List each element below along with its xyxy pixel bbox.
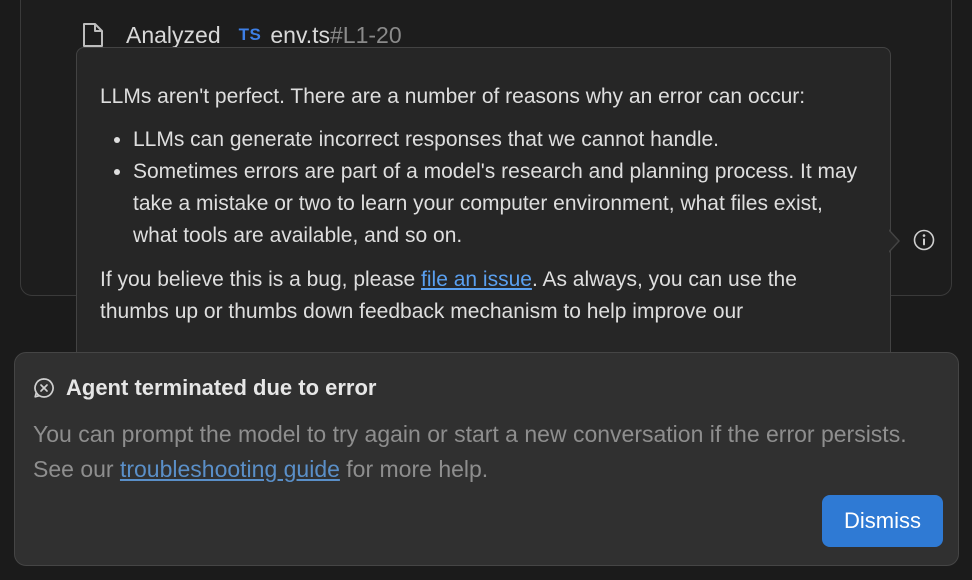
- info-icon[interactable]: [913, 229, 935, 251]
- tooltip-reasons-list: LLMs can generate incorrect responses th…: [100, 124, 868, 252]
- error-message: You can prompt the model to try again or…: [33, 417, 933, 487]
- line-range: #L1-20: [330, 21, 402, 48]
- error-panel: Agent terminated due to error You can pr…: [14, 352, 959, 566]
- bug-note-prefix: If you believe this is a bug, please: [100, 268, 422, 291]
- tooltip-intro: LLMs aren't perfect. There are a number …: [100, 85, 806, 108]
- tooltip-reason-item: LLMs can generate incorrect responses th…: [133, 124, 868, 156]
- error-message-suffix: for more help.: [339, 456, 489, 482]
- file-name-link[interactable]: env.ts: [270, 22, 330, 49]
- tooltip-reason-item: Sometimes errors are part of a model's r…: [133, 156, 868, 252]
- error-explanation-tooltip: LLMs aren't perfect. There are a number …: [76, 47, 891, 377]
- tooltip-bug-note: If you believe this is a bug, please fil…: [100, 264, 868, 328]
- file-issue-link[interactable]: file an issue: [421, 268, 532, 291]
- error-title: Agent terminated due to error: [66, 375, 377, 400]
- error-header: Agent terminated due to error: [33, 375, 376, 401]
- file-icon: [82, 22, 104, 48]
- dismiss-button[interactable]: Dismiss: [822, 495, 943, 547]
- error-circle-icon: [33, 377, 55, 399]
- tooltip-arrow: [888, 229, 900, 253]
- typescript-badge: TS: [238, 25, 262, 44]
- step-status: Analyzed: [126, 21, 221, 48]
- troubleshooting-guide-link[interactable]: troubleshooting guide: [120, 456, 340, 482]
